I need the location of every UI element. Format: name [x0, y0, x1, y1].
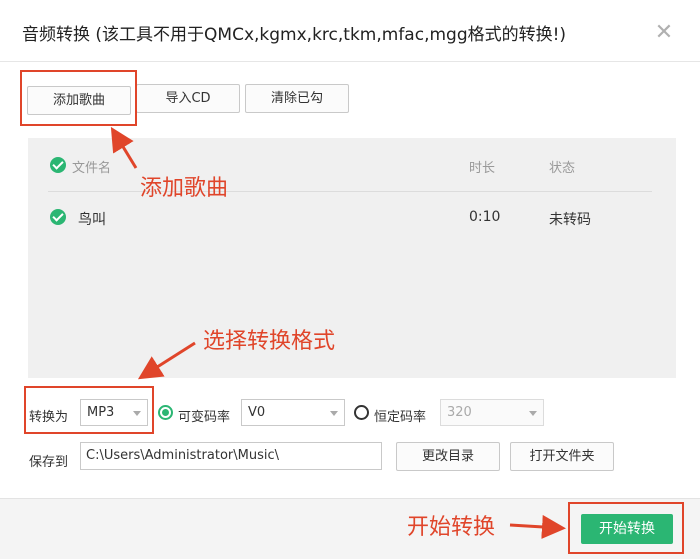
- chevron-down-icon: [330, 411, 338, 416]
- clear-checked-button[interactable]: 清除已勾: [245, 84, 349, 113]
- vbr-radio[interactable]: [158, 405, 173, 420]
- file-duration: 0:10: [469, 209, 501, 225]
- file-status: 未转码: [549, 212, 591, 228]
- cbr-label: 恒定码率: [374, 410, 427, 425]
- start-convert-annotation: 开始转换: [407, 515, 496, 540]
- header-divider: [48, 191, 652, 192]
- format-highlight-box: [24, 386, 154, 434]
- import-cd-button[interactable]: 导入CD: [136, 84, 240, 113]
- save-to-label: 保存到: [29, 455, 69, 470]
- table-row[interactable]: 鸟叫 0:10 未转码: [28, 202, 676, 232]
- column-duration-header: 时长: [469, 161, 496, 176]
- cbr-select-value: 320: [447, 405, 472, 420]
- vbr-select[interactable]: V0: [241, 399, 345, 426]
- column-name-header: 文件名: [72, 161, 112, 176]
- add-song-highlight-box: [20, 70, 137, 126]
- start-highlight-box: [568, 502, 684, 554]
- vbr-label: 可变码率: [178, 410, 231, 425]
- open-folder-button[interactable]: 打开文件夹: [510, 442, 614, 471]
- title-bar: 音频转换 (该工具不用于QMCx,kgmx,krc,tkm,mfac,mgg格式…: [0, 0, 700, 62]
- cbr-radio[interactable]: [354, 405, 369, 420]
- dialog-title: 音频转换 (该工具不用于QMCx,kgmx,krc,tkm,mfac,mgg格式…: [22, 25, 567, 45]
- change-directory-button[interactable]: 更改目录: [396, 442, 500, 471]
- close-icon[interactable]: ✕: [652, 22, 676, 46]
- chevron-down-icon: [529, 411, 537, 416]
- file-name: 鸟叫: [78, 212, 106, 228]
- file-list-header: 文件名 时长 状态: [28, 150, 676, 180]
- save-path-input[interactable]: C:\Users\Administrator\Music\: [80, 442, 382, 470]
- vbr-select-value: V0: [248, 405, 266, 420]
- column-status-header: 状态: [549, 161, 576, 176]
- add-song-annotation: 添加歌曲: [140, 176, 229, 201]
- row-check-icon[interactable]: [50, 209, 66, 225]
- select-all-check-icon[interactable]: [50, 157, 66, 173]
- audio-convert-dialog: 音频转换 (该工具不用于QMCx,kgmx,krc,tkm,mfac,mgg格式…: [0, 0, 700, 559]
- cbr-select: 320: [440, 399, 544, 426]
- select-format-annotation: 选择转换格式: [203, 329, 336, 354]
- file-list: 文件名 时长 状态 鸟叫 0:10 未转码: [28, 138, 676, 378]
